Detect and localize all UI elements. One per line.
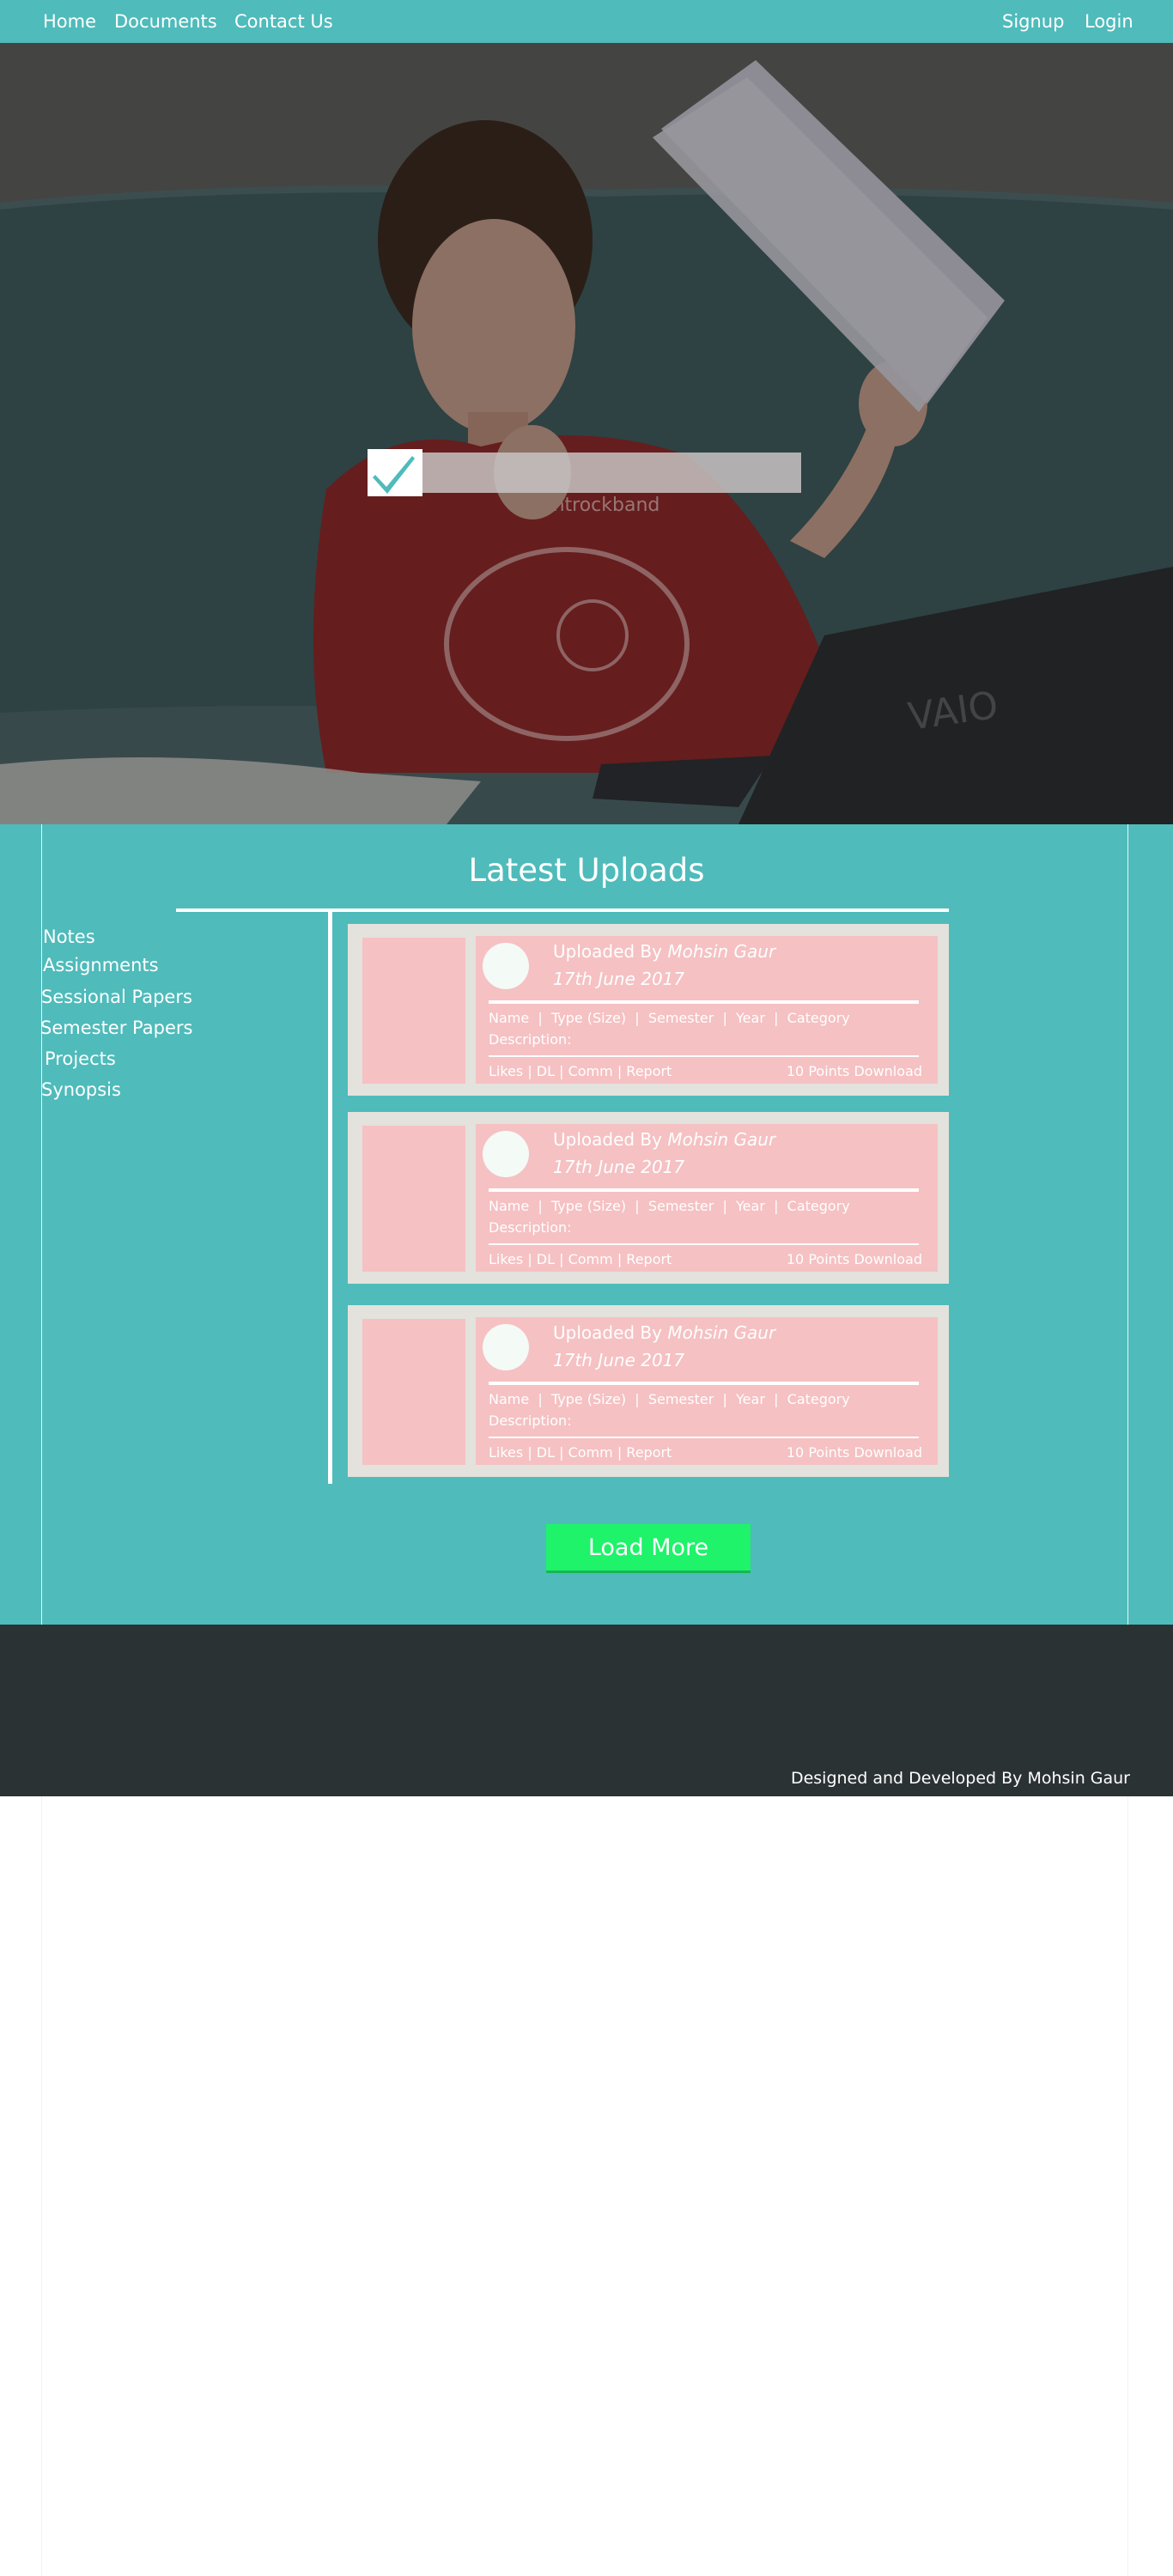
card-divider [489, 1188, 919, 1192]
document-thumbnail[interactable] [362, 1319, 465, 1465]
upload-card[interactable]: Uploaded By Mohsin Gaur 17th June 2017 N… [348, 1305, 949, 1477]
card-details: Uploaded By Mohsin Gaur 17th June 2017 N… [476, 1317, 938, 1465]
avatar[interactable] [483, 1324, 529, 1370]
points-download[interactable]: 10 Points Download [787, 1251, 922, 1267]
uploader-line: Uploaded By Mohsin Gaur [553, 941, 775, 962]
avatar[interactable] [483, 1131, 529, 1177]
hero-dark-overlay [0, 43, 1173, 824]
card-divider-thin [489, 1243, 919, 1245]
right-border-line-faint [1127, 1796, 1128, 2576]
sidebar-item-sessional-papers[interactable]: Sessional Papers [41, 987, 192, 1007]
left-border-line-faint [41, 1796, 42, 2576]
uploader-line: Uploaded By Mohsin Gaur [553, 1322, 775, 1343]
document-description: Description: [489, 1219, 572, 1236]
upload-card[interactable]: Uploaded By Mohsin Gaur 17th June 2017 N… [348, 924, 949, 1096]
uploader-name[interactable]: Mohsin Gaur [667, 941, 775, 962]
uploaded-by-label: Uploaded By [553, 1322, 662, 1343]
sidebar-item-assignments[interactable]: Assignments [43, 955, 159, 975]
sidebar-item-projects[interactable]: Projects [45, 1048, 116, 1069]
section-title: Latest Uploads [468, 852, 705, 889]
card-divider-thin [489, 1437, 919, 1438]
column-divider [328, 912, 332, 1484]
document-thumbnail[interactable] [362, 938, 465, 1084]
points-download[interactable]: 10 Points Download [787, 1063, 922, 1079]
avatar[interactable] [483, 943, 529, 989]
uploader-line: Uploaded By Mohsin Gaur [553, 1129, 775, 1150]
checkmark-icon[interactable] [368, 449, 422, 496]
card-actions[interactable]: Likes | DL | Comm | Report [489, 1444, 672, 1461]
top-navbar: Home Documents Contact Us Signup Login [0, 0, 1173, 43]
sidebar-item-semester-papers[interactable]: Semester Papers [40, 1018, 192, 1038]
document-meta: Name | Type (Size) | Semester | Year | C… [489, 1391, 850, 1407]
right-border-line [1127, 824, 1128, 1625]
document-description: Description: [489, 1031, 572, 1048]
card-divider [489, 1000, 919, 1004]
left-border-line [41, 824, 42, 1625]
upload-date: 17th June 2017 [553, 1350, 685, 1370]
uploader-name[interactable]: Mohsin Gaur [667, 1129, 775, 1150]
hero-search-bar [368, 449, 801, 496]
card-details: Uploaded By Mohsin Gaur 17th June 2017 N… [476, 936, 938, 1084]
card-divider-thin [489, 1055, 919, 1057]
nav-documents-link[interactable]: Documents [114, 11, 217, 32]
nav-login-link[interactable]: Login [1085, 11, 1133, 32]
uploaded-by-label: Uploaded By [553, 1129, 662, 1150]
hero-banner: stantrockband VAIO [0, 43, 1173, 824]
points-download[interactable]: 10 Points Download [787, 1444, 922, 1461]
footer: Designed and Developed By Mohsin Gaur [0, 1625, 1173, 1796]
sidebar-item-synopsis[interactable]: Synopsis [41, 1079, 121, 1100]
search-input[interactable] [422, 453, 801, 493]
nav-home-link[interactable]: Home [43, 11, 96, 32]
upload-date: 17th June 2017 [553, 1157, 685, 1177]
card-divider [489, 1382, 919, 1385]
upload-card[interactable]: Uploaded By Mohsin Gaur 17th June 2017 N… [348, 1112, 949, 1284]
title-divider [176, 908, 949, 912]
uploader-name[interactable]: Mohsin Gaur [667, 1322, 775, 1343]
sidebar-item-notes[interactable]: Notes [43, 927, 95, 947]
load-more-button[interactable]: Load More [546, 1524, 751, 1573]
document-meta: Name | Type (Size) | Semester | Year | C… [489, 1010, 850, 1026]
card-actions[interactable]: Likes | DL | Comm | Report [489, 1251, 672, 1267]
document-meta: Name | Type (Size) | Semester | Year | C… [489, 1198, 850, 1214]
upload-date: 17th June 2017 [553, 969, 685, 989]
card-actions[interactable]: Likes | DL | Comm | Report [489, 1063, 672, 1079]
nav-signup-link[interactable]: Signup [1002, 11, 1064, 32]
nav-contact-link[interactable]: Contact Us [234, 11, 333, 32]
uploaded-by-label: Uploaded By [553, 941, 662, 962]
footer-credit: Designed and Developed By Mohsin Gaur [790, 1769, 1130, 1788]
document-description: Description: [489, 1413, 572, 1429]
document-thumbnail[interactable] [362, 1126, 465, 1272]
card-details: Uploaded By Mohsin Gaur 17th June 2017 N… [476, 1124, 938, 1272]
